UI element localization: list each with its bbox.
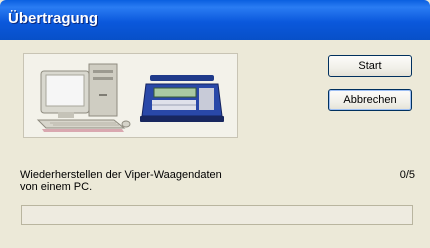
progress-counter: 0/5 <box>399 169 415 181</box>
dialog-client-area: Start Abbrechen Wiederherstellen der Vip… <box>3 40 427 248</box>
scale-icon <box>140 75 224 122</box>
window-title: Übertragung <box>8 10 98 27</box>
illustration-panel <box>23 53 238 138</box>
title-bar: Übertragung <box>0 0 430 40</box>
start-button[interactable]: Start <box>328 55 412 77</box>
progress-bar <box>21 205 413 225</box>
status-line-1: Wiederherstellen der Viper-Waagendaten <box>20 169 222 181</box>
status-message: Wiederherstellen der Viper-Waagendaten v… <box>20 169 270 193</box>
status-line-2: von einem PC. <box>20 181 93 193</box>
cancel-button[interactable]: Abbrechen <box>328 89 412 111</box>
